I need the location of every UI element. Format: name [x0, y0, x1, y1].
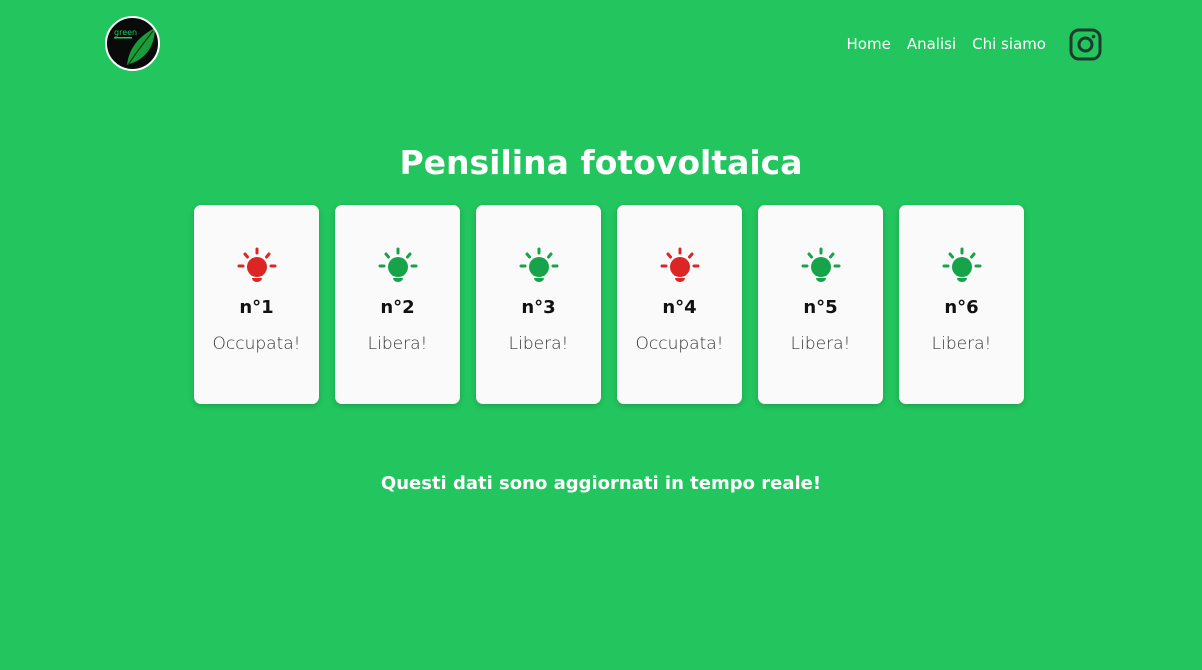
instagram-link[interactable]	[1068, 27, 1102, 61]
lightbulb-icon	[942, 247, 981, 282]
spot-number: n°6	[944, 297, 979, 318]
spot-number: n°2	[380, 297, 415, 318]
spot-status: Occupata!	[635, 334, 724, 354]
spot-card: n°3 Libera!	[476, 205, 601, 404]
page-title: Pensilina fotovoltaica	[399, 143, 803, 182]
lightbulb-icon	[660, 247, 699, 282]
spot-number: n°3	[521, 297, 556, 318]
leaf-logo-icon: green	[114, 28, 155, 66]
lightbulb-icon	[237, 247, 276, 282]
spot-status: Libera!	[790, 334, 851, 354]
spot-status: Libera!	[367, 334, 428, 354]
spot-card: n°1 Occupata!	[194, 205, 319, 404]
lightbulb-icon	[519, 247, 558, 282]
spot-number: n°1	[239, 297, 274, 318]
spot-card: n°5 Libera!	[758, 205, 883, 404]
page: green Home Analisi Chi siamo Pensilina f…	[0, 0, 1202, 670]
spot-number: n°5	[803, 297, 838, 318]
main-nav: Home Analisi Chi siamo	[847, 25, 1102, 63]
spot-card: n°2 Libera!	[335, 205, 460, 404]
logo-text: green	[114, 28, 137, 37]
instagram-icon	[1069, 28, 1101, 60]
realtime-note: Questi dati sono aggiornati in tempo rea…	[380, 473, 822, 494]
site-logo[interactable]: green	[105, 16, 160, 71]
spot-card: n°4 Occupata!	[617, 205, 742, 404]
spot-status: Libera!	[508, 334, 569, 354]
nav-chi-siamo-link[interactable]: Chi siamo	[972, 25, 1046, 63]
spot-status: Occupata!	[212, 334, 301, 354]
spot-status: Libera!	[931, 334, 992, 354]
lightbulb-icon	[801, 247, 840, 282]
site-header: green Home Analisi Chi siamo	[0, 0, 1202, 88]
spot-number: n°4	[662, 297, 697, 318]
spot-card: n°6 Libera!	[899, 205, 1024, 404]
nav-analisi-link[interactable]: Analisi	[907, 25, 956, 63]
nav-home-link[interactable]: Home	[847, 25, 891, 63]
lightbulb-icon	[378, 247, 417, 282]
parking-spots: n°1 Occupata! n°2 Libera! n°3 Libera! n°4 Occup…	[194, 205, 1024, 404]
